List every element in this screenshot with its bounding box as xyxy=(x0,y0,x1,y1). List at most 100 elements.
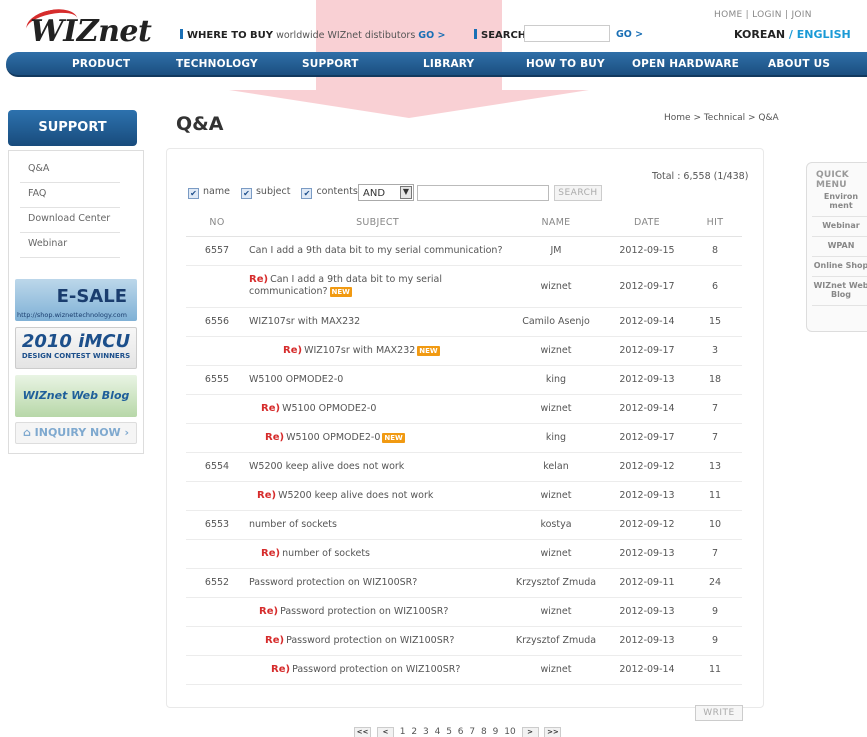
table-row[interactable]: Re) Password protection on WIZ100SR? wizne… xyxy=(186,655,742,685)
table-row[interactable]: Re) Password protection on WIZ100SR? Krzys… xyxy=(186,626,742,656)
subject-link[interactable]: W5100 OPMODE2-0 xyxy=(286,432,380,443)
checkbox-name[interactable]: ✔ xyxy=(188,188,199,199)
chevron-down-icon[interactable]: ▼ xyxy=(400,186,412,199)
page-link[interactable]: 6 xyxy=(458,727,464,737)
subject-link[interactable]: Can I add a 9th data bit to my serial co… xyxy=(249,245,503,256)
cell-subject[interactable]: Re) W5100 OPMODE2-0 NEW xyxy=(248,423,506,453)
lang-korean-link[interactable]: KOREAN xyxy=(734,28,785,41)
col-name: NAME xyxy=(506,210,606,237)
cell-subject[interactable]: Re) W5200 keep alive does not work xyxy=(248,481,506,511)
table-row[interactable]: Re) Can I add a 9th data bit to my serial… xyxy=(186,265,742,308)
banner-imcu[interactable]: 2010 iMCU DESIGN CONTEST WINNERS xyxy=(15,327,137,369)
banner-inquiry-now[interactable]: ⌂ INQUIRY NOW › xyxy=(15,422,137,444)
top-links[interactable]: HOME | LOGIN | JOIN xyxy=(714,10,812,20)
subject-link[interactable]: number of sockets xyxy=(249,519,337,530)
cell-subject[interactable]: Password protection on WIZ100SR? xyxy=(248,568,506,598)
table-row[interactable]: Re) W5100 OPMODE2-0 NEW king 2012-09-17 7 xyxy=(186,423,742,453)
table-row[interactable]: 6557 Can I add a 9th data bit to my seria… xyxy=(186,236,742,266)
table-row[interactable]: Re) number of sockets wiznet 2012-09-13 7 xyxy=(186,539,742,569)
where-go-link[interactable]: GO > xyxy=(418,30,445,41)
cell-subject[interactable]: Re) W5100 OPMODE2-0 xyxy=(248,394,506,424)
checkbox-contents[interactable]: ✔ xyxy=(301,188,313,199)
cell-subject[interactable]: WIZ107sr with MAX232 xyxy=(248,307,506,337)
page-link[interactable]: 2 xyxy=(411,727,417,737)
page-link[interactable]: 7 xyxy=(469,727,475,737)
cell-subject[interactable]: Re) Password protection on WIZ100SR? xyxy=(248,655,506,685)
subject-link[interactable]: W5200 keep alive does not work xyxy=(249,461,404,472)
pager-prev-button[interactable]: < xyxy=(376,727,394,737)
cell-subject[interactable]: Re) Can I add a 9th data bit to my serial… xyxy=(248,265,506,308)
operator-select[interactable]: AND ▼ xyxy=(358,184,414,201)
quick-item-webinar[interactable]: Webinar xyxy=(812,217,867,237)
keyword-input[interactable] xyxy=(417,185,549,201)
cell-subject[interactable]: Re) WIZ107sr with MAX232 NEW xyxy=(248,336,506,366)
page-link[interactable]: 5 xyxy=(446,727,452,737)
sidebar-item-qa[interactable]: Q&A xyxy=(20,158,120,183)
table-row[interactable]: 6554 W5200 keep alive does not work kelan 2… xyxy=(186,452,742,482)
nav-open-hardware[interactable]: OPEN HARDWARE xyxy=(632,58,739,70)
table-row[interactable]: Re) W5100 OPMODE2-0 wiznet 2012-09-14 7 xyxy=(186,394,742,424)
search-button[interactable]: SEARCH xyxy=(554,185,602,201)
cell-name: wiznet xyxy=(506,394,606,424)
table-row[interactable]: Re) Password protection on WIZ100SR? wizne… xyxy=(186,597,742,627)
nav-how-to-buy[interactable]: HOW TO BUY xyxy=(526,58,605,70)
nav-library[interactable]: LIBRARY xyxy=(423,58,474,70)
table-row[interactable]: 6555 W5100 OPMODE2-0 king 2012-09-13 18 xyxy=(186,365,742,395)
page-link[interactable]: 9 xyxy=(493,727,499,737)
cell-subject[interactable]: Re) number of sockets xyxy=(248,539,506,569)
pager-last-button[interactable]: >> xyxy=(544,727,562,737)
pager-next-button[interactable]: > xyxy=(521,727,539,737)
bar-icon xyxy=(180,29,183,39)
table-row[interactable]: Re) W5200 keep alive does not work wiznet 2… xyxy=(186,481,742,511)
logo[interactable]: WIZnet xyxy=(30,14,152,49)
subject-link[interactable]: Password protection on WIZ100SR? xyxy=(280,606,448,617)
sidebar-item-webinar[interactable]: Webinar xyxy=(20,233,120,258)
subject-link[interactable]: W5100 OPMODE2-0 xyxy=(282,403,376,414)
subject-link[interactable]: W5200 keep alive does not work xyxy=(278,490,433,501)
subject-link[interactable]: Password protection on WIZ100SR? xyxy=(292,664,460,675)
lang-english-link[interactable]: ENGLISH xyxy=(797,28,851,41)
quick-item-wpan[interactable]: WPAN xyxy=(812,237,867,257)
subject-link[interactable]: W5100 OPMODE2-0 xyxy=(249,374,343,385)
page-link[interactable]: 10 xyxy=(504,727,515,737)
cell-subject[interactable]: Re) Password protection on WIZ100SR? xyxy=(248,597,506,627)
table-row[interactable]: 6553 number of sockets kostya 2012-09-12 10 xyxy=(186,510,742,540)
cell-hit: 10 xyxy=(688,510,742,540)
cell-no: 6556 xyxy=(186,307,248,337)
page-link[interactable]: 8 xyxy=(481,727,487,737)
nav-technology[interactable]: TECHNOLOGY xyxy=(176,58,258,70)
nav-product[interactable]: PRODUCT xyxy=(72,58,130,70)
pager-first-button[interactable]: << xyxy=(354,727,371,737)
checkbox-subject[interactable]: ✔ xyxy=(240,188,252,199)
cell-subject[interactable]: W5100 OPMODE2-0 xyxy=(248,365,506,395)
search-input[interactable] xyxy=(524,25,610,42)
banner-web-blog[interactable]: WIZnet Web Blog xyxy=(15,375,137,417)
quick-item-environment[interactable]: Environ ment xyxy=(812,188,867,217)
table-row[interactable]: 6552 Password protection on WIZ100SR? Krzy… xyxy=(186,568,742,598)
subject-link[interactable]: number of sockets xyxy=(282,548,370,559)
sidebar-item-faq[interactable]: FAQ xyxy=(20,183,120,208)
write-button[interactable]: WRITE xyxy=(695,705,743,721)
nav-support[interactable]: SUPPORT xyxy=(302,58,359,70)
subject-link[interactable]: Password protection on WIZ100SR? xyxy=(286,635,454,646)
nav-about-us[interactable]: ABOUT US xyxy=(768,58,830,70)
cell-subject[interactable]: number of sockets xyxy=(248,510,506,540)
page-link[interactable]: 1 xyxy=(400,727,406,737)
cell-subject[interactable]: Re) Password protection on WIZ100SR? xyxy=(248,626,506,656)
sidebar-item-download-center[interactable]: Download Center xyxy=(20,208,120,233)
cell-date: 2012-09-17 xyxy=(606,336,688,366)
search-go-link[interactable]: GO > xyxy=(616,29,643,40)
breadcrumb[interactable]: Home > Technical > Q&A xyxy=(664,113,779,123)
subject-link[interactable]: Password protection on WIZ100SR? xyxy=(249,577,417,588)
page-link[interactable]: 3 xyxy=(423,727,429,737)
quick-item-online-shop[interactable]: Online Shop xyxy=(812,257,867,277)
cell-subject[interactable]: W5200 keep alive does not work xyxy=(248,452,506,482)
table-row[interactable]: 6556 WIZ107sr with MAX232 Camilo Asenjo 201… xyxy=(186,307,742,337)
quick-item-web-blog[interactable]: WIZnet Web Blog xyxy=(812,277,867,306)
subject-link[interactable]: WIZ107sr with MAX232 xyxy=(249,316,360,327)
table-row[interactable]: Re) WIZ107sr with MAX232 NEW wiznet 2012-09-… xyxy=(186,336,742,366)
page-link[interactable]: 4 xyxy=(435,727,441,737)
banner-esale[interactable]: E-SALE http://shop.wiznettechnology.com xyxy=(15,279,137,321)
subject-link[interactable]: WIZ107sr with MAX232 xyxy=(304,345,415,356)
cell-subject[interactable]: Can I add a 9th data bit to my serial co… xyxy=(248,236,506,266)
